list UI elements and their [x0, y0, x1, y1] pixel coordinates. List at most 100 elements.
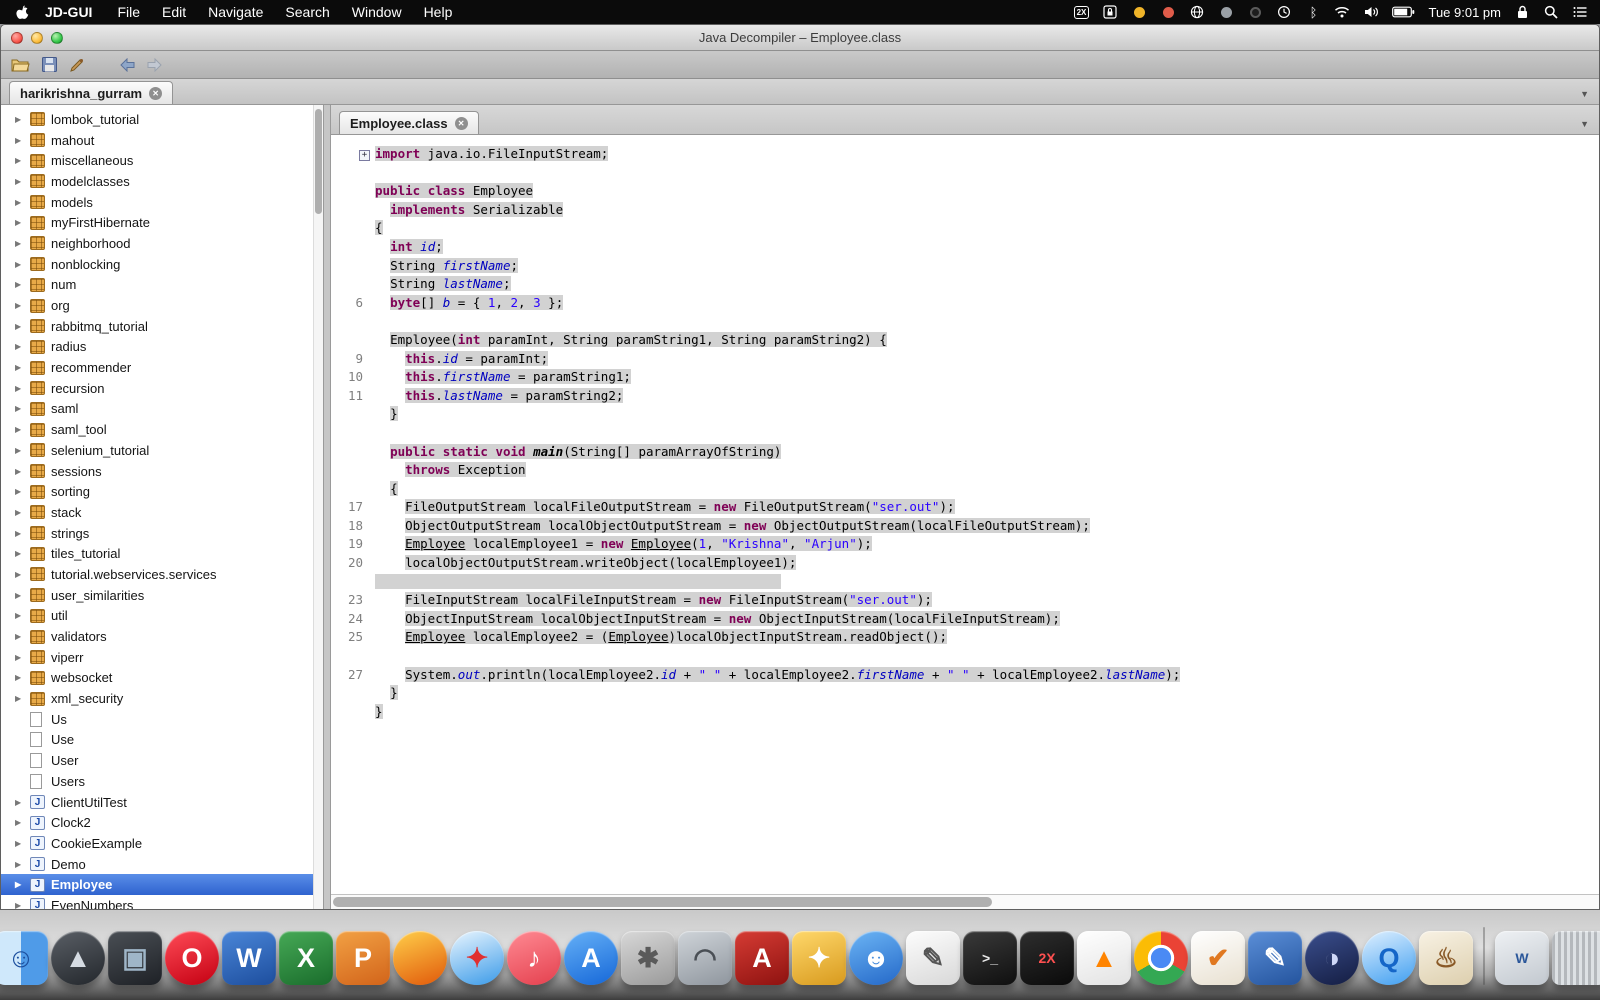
open-file-button[interactable] [11, 57, 30, 72]
disclosure-triangle-icon[interactable]: ▶ [15, 508, 30, 517]
tree-item-rabbitmq_tutorial[interactable]: ▶rabbitmq_tutorial [1, 316, 323, 337]
disclosure-triangle-icon[interactable]: ▶ [15, 342, 30, 351]
tree-item-Us[interactable]: Us [1, 709, 323, 730]
tree-item-modelclasses[interactable]: ▶modelclasses [1, 171, 323, 192]
disclosure-triangle-icon[interactable]: ▶ [15, 467, 30, 476]
dock-launchpad-icon[interactable]: ▲ [51, 931, 105, 985]
tree-item-Demo[interactable]: ▶JDemo [1, 854, 323, 875]
tree-item-sessions[interactable]: ▶sessions [1, 461, 323, 482]
disclosure-triangle-icon[interactable]: ▶ [15, 198, 30, 207]
tree-item-radius[interactable]: ▶radius [1, 337, 323, 358]
tree-item-stack[interactable]: ▶stack [1, 502, 323, 523]
tree-item-validators[interactable]: ▶validators [1, 626, 323, 647]
disclosure-triangle-icon[interactable]: ▶ [15, 529, 30, 538]
tree-item-sorting[interactable]: ▶sorting [1, 481, 323, 502]
disclosure-triangle-icon[interactable]: ▶ [15, 260, 30, 269]
disclosure-triangle-icon[interactable]: ▶ [15, 404, 30, 413]
sidebar-scrollbar-thumb[interactable] [315, 109, 322, 214]
dock-gold-app-icon[interactable]: ✦ [792, 931, 846, 985]
disclosure-triangle-icon[interactable]: ▶ [15, 487, 30, 496]
screen-share-icon[interactable]: 2X [1073, 4, 1089, 20]
menu-item-window[interactable]: Window [341, 4, 413, 20]
dock-powerpoint-icon[interactable]: P [336, 931, 390, 985]
dock-system-preferences-icon[interactable]: ✱ [621, 931, 675, 985]
dock-satellite-icon[interactable]: ◠ [678, 931, 732, 985]
dock-adobe-reader-icon[interactable]: A [735, 931, 789, 985]
gray-status-icon[interactable] [1218, 4, 1234, 20]
code-h-scrollbar-thumb[interactable] [333, 897, 992, 907]
dock-trash-icon[interactable] [1552, 931, 1600, 985]
code-tab-close-icon[interactable]: ✕ [455, 117, 468, 130]
app-menu-title[interactable]: JD-GUI [41, 4, 106, 20]
disclosure-triangle-icon[interactable]: ▶ [15, 901, 30, 909]
dock-eclipse-icon[interactable]: ◑ [1305, 931, 1359, 985]
disclosure-triangle-icon[interactable]: ▶ [15, 611, 30, 620]
menu-item-search[interactable]: Search [274, 4, 340, 20]
tab-harikrishna-gurram[interactable]: harikrishna_gurram ✕ [9, 81, 173, 104]
tree-item-saml[interactable]: ▶saml [1, 399, 323, 420]
tab-close-icon[interactable]: ✕ [149, 87, 162, 100]
secure-lock-icon[interactable] [1102, 4, 1118, 20]
accessibility-icon[interactable] [1131, 4, 1147, 20]
forward-button[interactable] [147, 58, 163, 72]
dock-tasks-check-icon[interactable]: ✔ [1191, 931, 1245, 985]
dock-design-tools-icon[interactable]: ✎ [1248, 931, 1302, 985]
menu-item-edit[interactable]: Edit [151, 4, 197, 20]
tree-item-util[interactable]: ▶util [1, 606, 323, 627]
disclosure-triangle-icon[interactable]: ▶ [15, 880, 30, 889]
panel-splitter[interactable] [323, 105, 331, 909]
code-h-scrollbar[interactable] [331, 894, 1599, 909]
disclosure-triangle-icon[interactable]: ▶ [15, 591, 30, 600]
disclosure-triangle-icon[interactable]: ▶ [15, 384, 30, 393]
window-titlebar[interactable]: Java Decompiler – Employee.class [1, 25, 1599, 51]
dock-chrome-icon[interactable] [1134, 931, 1188, 985]
tree-item-User[interactable]: User [1, 750, 323, 771]
bluetooth-icon[interactable]: ᛒ [1305, 4, 1321, 20]
dock-terminal-icon[interactable]: >_ [963, 931, 1017, 985]
brush-button[interactable] [69, 57, 85, 73]
save-all-sources-button[interactable] [42, 57, 57, 72]
code-editor[interactable]: +import java.io.FileInputStream;public c… [331, 135, 1599, 894]
disclosure-triangle-icon[interactable]: ▶ [15, 363, 30, 372]
tree-item-xml_security[interactable]: ▶xml_security [1, 688, 323, 709]
tab-employee-class[interactable]: Employee.class ✕ [339, 111, 479, 134]
dock-minimized-word-doc-icon[interactable]: W [1495, 931, 1549, 985]
dock-finder-icon[interactable]: ☺ [0, 931, 48, 985]
dock-firefox-icon[interactable] [393, 931, 447, 985]
sidebar-scrollbar[interactable] [313, 105, 323, 909]
menu-item-help[interactable]: Help [413, 4, 464, 20]
tree-item-selenium_tutorial[interactable]: ▶selenium_tutorial [1, 440, 323, 461]
tab-list-dropdown-icon[interactable]: ▼ [1580, 89, 1589, 99]
disclosure-triangle-icon[interactable]: ▶ [15, 322, 30, 331]
tree-item-tutorial.webservices.services[interactable]: ▶tutorial.webservices.services [1, 564, 323, 585]
disclosure-triangle-icon[interactable]: ▶ [15, 446, 30, 455]
disclosure-triangle-icon[interactable]: ▶ [15, 549, 30, 558]
tree-item-user_similarities[interactable]: ▶user_similarities [1, 585, 323, 606]
wifi-icon[interactable] [1334, 4, 1350, 20]
disclosure-triangle-icon[interactable]: ▶ [15, 156, 30, 165]
disclosure-triangle-icon[interactable]: ▶ [15, 136, 30, 145]
disclosure-triangle-icon[interactable]: ▶ [15, 239, 30, 248]
dock-textedit-icon[interactable]: ✎ [906, 931, 960, 985]
dock-screen-sharing-icon[interactable]: ▣ [108, 931, 162, 985]
expand-imports-icon[interactable]: + [359, 150, 370, 161]
dock-java-coffee-icon[interactable]: ♨ [1419, 931, 1473, 985]
disclosure-triangle-icon[interactable]: ▶ [15, 818, 30, 827]
dock-itunes-icon[interactable]: ♪ [507, 931, 561, 985]
dock-quicktime-icon[interactable]: Q [1362, 931, 1416, 985]
tree-item-CookieExample[interactable]: ▶JCookieExample [1, 833, 323, 854]
disclosure-triangle-icon[interactable]: ▶ [15, 632, 30, 641]
disclosure-triangle-icon[interactable]: ▶ [15, 653, 30, 662]
dock-2x-client-icon[interactable]: 2X [1020, 931, 1074, 985]
tree-item-mahout[interactable]: ▶mahout [1, 130, 323, 151]
tree-item-myFirstHibernate[interactable]: ▶myFirstHibernate [1, 212, 323, 233]
dock-word-icon[interactable]: W [222, 931, 276, 985]
dock-safari-icon[interactable]: ✦ [450, 931, 504, 985]
status-ball-icon[interactable] [1160, 4, 1176, 20]
menu-clock[interactable]: Tue 9:01 pm [1428, 5, 1501, 20]
tree-item-Use[interactable]: Use [1, 730, 323, 751]
dock-messages-icon[interactable]: ☻ [849, 931, 903, 985]
tree-item-viperr[interactable]: ▶viperr [1, 647, 323, 668]
disclosure-triangle-icon[interactable]: ▶ [15, 860, 30, 869]
minimize-button[interactable] [31, 32, 43, 44]
